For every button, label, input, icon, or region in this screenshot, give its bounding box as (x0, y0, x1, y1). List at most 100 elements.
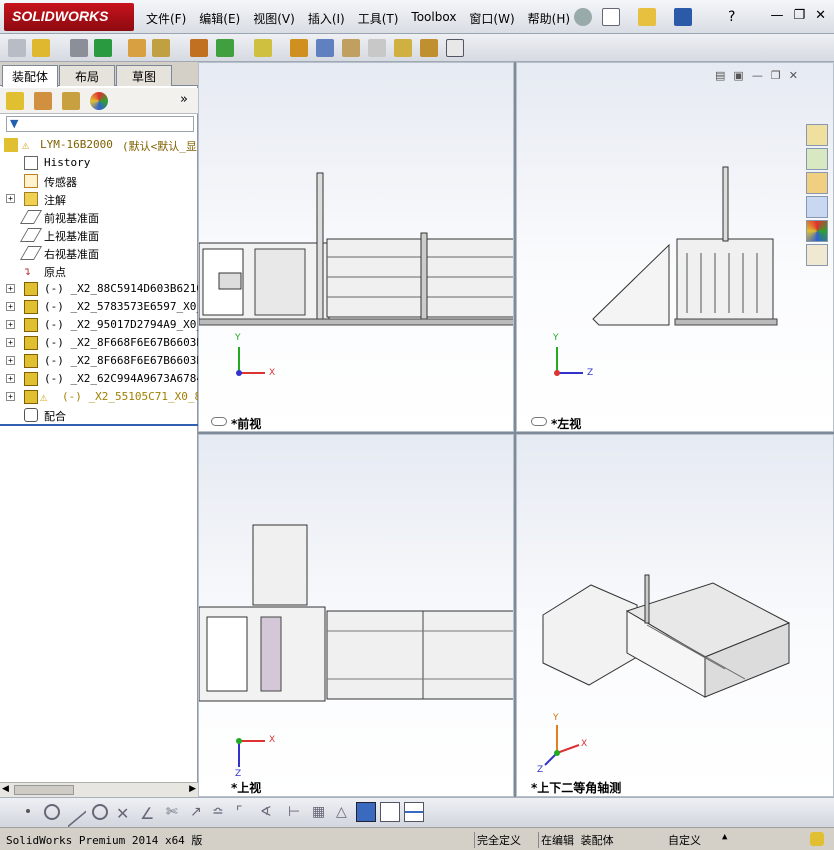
wireframe-view-icon[interactable] (380, 802, 400, 822)
tree-item[interactable]: + ⚠ (-) _X2_55105C71_X0_8T_ (0, 388, 198, 406)
menu-view[interactable]: 视图(V) (253, 10, 295, 27)
menu-file[interactable]: 文件(F) (146, 10, 186, 27)
tree-item[interactable]: 右视基准面 (0, 244, 198, 262)
expand-icon[interactable]: + (6, 338, 15, 347)
tree-item[interactable]: 传感器 (0, 172, 198, 190)
expand-icon[interactable]: + (6, 374, 15, 383)
interference-detection-icon[interactable] (394, 39, 412, 57)
move-component-icon[interactable] (152, 39, 170, 57)
tree-item[interactable]: + (-) _X2_88C5914D603B6210_X (0, 280, 198, 298)
relation-icon[interactable]: △ (336, 804, 347, 820)
convert-icon[interactable]: ∢ (260, 804, 272, 820)
minimize-icon[interactable]: — (752, 69, 763, 82)
vertical-splitter[interactable] (514, 62, 516, 797)
clearance-verification-icon[interactable] (420, 39, 438, 57)
explode-line-sketch-icon[interactable] (368, 39, 386, 57)
scroll-right-icon[interactable]: ▶ (189, 784, 196, 794)
menu-toolbox[interactable]: Toolbox (411, 10, 456, 27)
expand-icon[interactable]: + (6, 194, 15, 203)
tab-layout[interactable]: 布局 (59, 65, 115, 86)
linear-pattern-icon[interactable] (94, 39, 112, 57)
status-units[interactable]: 自定义 (668, 832, 701, 848)
point-icon[interactable] (26, 809, 30, 813)
link-views-icon[interactable] (211, 417, 227, 426)
rollback-bar[interactable] (0, 424, 198, 426)
close-icon[interactable]: ✕ (815, 8, 826, 23)
angle-icon[interactable]: ∠ (140, 804, 154, 823)
units-dropdown-icon[interactable]: ▲ (722, 832, 727, 842)
save-icon[interactable] (674, 8, 692, 26)
menu-window[interactable]: 窗口(W) (469, 10, 514, 27)
viewport-left[interactable]: Y Z *左视 ▤ ▣ — ❐ ✕ (516, 62, 834, 432)
link-views-icon[interactable] (531, 417, 547, 426)
new-motion-study-icon[interactable] (290, 39, 308, 57)
trim-icon[interactable]: ✄ (166, 804, 178, 820)
menu-help[interactable]: 帮助(H) (528, 10, 570, 27)
tree-item[interactable]: + (-) _X2_5783573E6597_X0_< (0, 298, 198, 316)
design-library-icon[interactable] (806, 148, 828, 170)
pin-icon[interactable] (574, 8, 592, 26)
show-hidden-icon[interactable] (190, 39, 208, 57)
scroll-thumb[interactable] (14, 785, 74, 795)
bill-of-materials-icon[interactable] (316, 39, 334, 57)
restore-icon[interactable]: ❐ (771, 69, 781, 82)
appearance-manager-icon[interactable] (90, 92, 108, 110)
tree-item[interactable]: + (-) _X2_95017D2794A9_X0_< (0, 316, 198, 334)
tree-item[interactable]: + (-) _X2_62C994A9673A6784_X (0, 370, 198, 388)
menu-edit[interactable]: 编辑(E) (199, 10, 240, 27)
tree-item[interactable]: + (-) _X2_8F668F6E67B6603B62 (0, 334, 198, 352)
quick-tips-icon[interactable] (810, 832, 824, 846)
viewport-front[interactable]: Y X *前视 (198, 62, 514, 432)
reference-geometry-icon[interactable] (254, 39, 272, 57)
component-icon[interactable] (8, 39, 26, 57)
file-explorer-icon[interactable] (806, 172, 828, 194)
tree-item[interactable]: 前视基准面 (0, 208, 198, 226)
instant3d-icon[interactable] (446, 39, 464, 57)
tree-item[interactable]: + (-) _X2_8F668F6E67B6603B62 (0, 352, 198, 370)
link-views-icon[interactable]: ▤ (715, 69, 725, 82)
property-manager-icon[interactable] (34, 92, 52, 110)
menu-insert[interactable]: 插入(I) (308, 10, 345, 27)
custom-properties-icon[interactable] (806, 244, 828, 266)
assembly-features-icon[interactable] (216, 39, 234, 57)
tree-item[interactable]: ↴ 原点 (0, 262, 198, 280)
expand-icon[interactable]: + (6, 284, 15, 293)
centerpoint-icon[interactable] (92, 804, 108, 820)
shaded-view-icon[interactable] (356, 802, 376, 822)
dimension-icon[interactable]: ⊢ (288, 804, 300, 820)
tree-root[interactable]: ⚠ LYM-16B2000 (默认<默认_显 (0, 136, 198, 154)
expand-icon[interactable]: + (6, 356, 15, 365)
viewport-top[interactable]: X Z *上视 (198, 434, 514, 797)
appearances-icon[interactable] (806, 220, 828, 242)
menu-tools[interactable]: 工具(T) (358, 10, 399, 27)
horizontal-splitter[interactable] (198, 432, 834, 434)
expand-icon[interactable]: + (6, 320, 15, 329)
single-view-icon[interactable]: ▣ (733, 69, 743, 82)
viewport-isometric[interactable]: Y X Z *上下二等角轴测 (516, 434, 834, 797)
horizontal-scrollbar[interactable]: ◀ ▶ (0, 782, 198, 797)
graphics-area[interactable]: Y X *前视 Y Z *左视 ▤ ▣ — ❐ ✕ X Z *上视 Y X Z … (198, 62, 834, 797)
feature-manager-tree-icon[interactable] (6, 92, 24, 110)
line-icon[interactable] (68, 796, 86, 828)
configuration-manager-icon[interactable] (62, 92, 80, 110)
exploded-view-icon[interactable] (342, 39, 360, 57)
four-view-icon[interactable] (404, 802, 424, 822)
tree-item[interactable]: 上视基准面 (0, 226, 198, 244)
open-folder-icon[interactable] (638, 8, 656, 26)
grid-icon[interactable]: ▦ (312, 804, 325, 820)
extend-icon[interactable]: ↗ (190, 804, 202, 820)
offset-icon[interactable]: ⌜ (236, 804, 243, 820)
circle-icon[interactable] (44, 804, 60, 820)
expand-icon[interactable]: + (6, 392, 15, 401)
mate-tool-icon[interactable] (70, 39, 88, 57)
scroll-left-icon[interactable]: ◀ (2, 784, 9, 794)
expand-icon[interactable]: + (6, 302, 15, 311)
view-palette-icon[interactable] (806, 196, 828, 218)
smart-fastener-icon[interactable] (128, 39, 146, 57)
tree-item[interactable]: + 注解 (0, 190, 198, 208)
tree-item[interactable]: History (0, 154, 198, 172)
filter-field[interactable]: ▼ (6, 116, 194, 132)
solidworks-resources-icon[interactable] (806, 124, 828, 146)
restore-icon[interactable]: ❐ (793, 8, 805, 23)
mirror-icon[interactable]: ≏ (212, 804, 224, 820)
